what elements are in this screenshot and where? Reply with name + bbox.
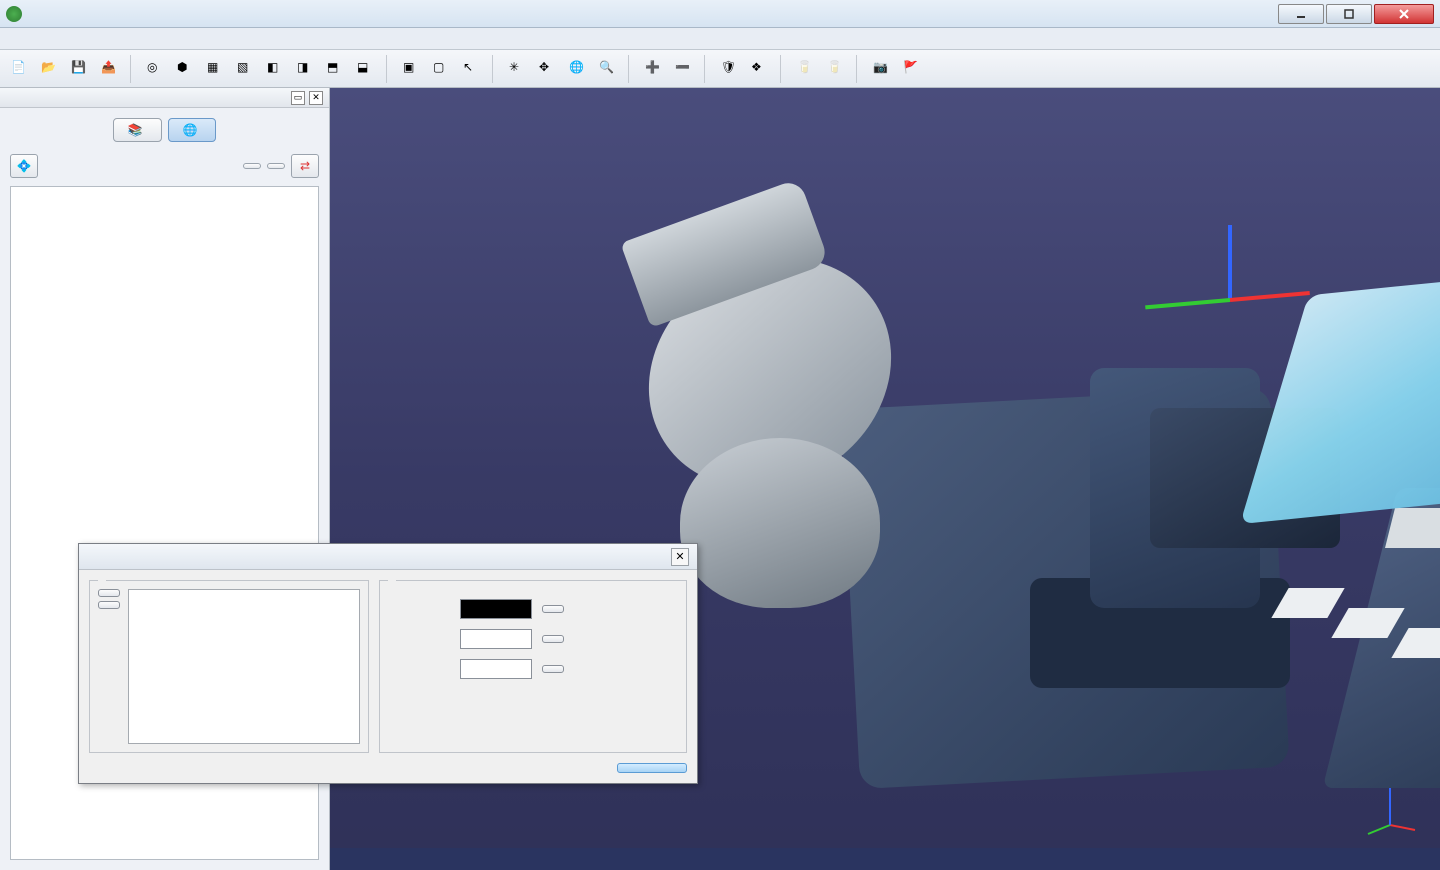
shade-icon: 🛡: [721, 60, 739, 78]
view-reset-button[interactable]: ◎: [142, 55, 170, 83]
dialog-titlebar[interactable]: ✕: [79, 544, 697, 570]
menu-fenetre[interactable]: [44, 36, 64, 42]
deploy-button[interactable]: [243, 163, 261, 169]
menu-edition[interactable]: [24, 36, 44, 42]
save-icon: 💾: [71, 60, 89, 78]
select-rect-icon: ▣: [403, 60, 421, 78]
add-light-button[interactable]: [98, 589, 120, 597]
menubar: [0, 28, 1440, 50]
specular-swatch: [460, 659, 532, 679]
tab-model[interactable]: 🌐: [168, 118, 217, 142]
axis-gizmo[interactable]: [1160, 228, 1300, 368]
view-front-button[interactable]: ▦: [202, 55, 230, 83]
menu-vue[interactable]: [64, 36, 84, 42]
target-icon: ◎: [147, 60, 165, 78]
lights-listbox[interactable]: [128, 589, 360, 744]
light2-icon: 🥛: [827, 60, 845, 78]
fit-icon: ✳: [509, 60, 527, 78]
window-titlebar: [0, 0, 1440, 28]
camera-icon: 📷: [873, 60, 891, 78]
save-button[interactable]: 💾: [66, 55, 94, 83]
cursor-button[interactable]: ↖: [458, 55, 486, 83]
orbit-icon: 🌐: [569, 60, 587, 78]
album-icon: 📚: [128, 123, 143, 137]
ok-button[interactable]: [617, 763, 687, 773]
lighting-dialog: ✕: [78, 543, 698, 784]
app-icon: [6, 6, 22, 22]
zoom-out-button[interactable]: ➖: [670, 55, 698, 83]
specular-edit-button[interactable]: [542, 665, 564, 673]
menu-rendu[interactable]: [84, 36, 104, 42]
cube-left-icon: ◧: [267, 60, 285, 78]
select-box-button[interactable]: ▣: [398, 55, 426, 83]
snapshot-button[interactable]: 📷: [868, 55, 896, 83]
menu-outils[interactable]: [104, 36, 124, 42]
cube-back-icon: ▧: [237, 60, 255, 78]
zoom-in-button[interactable]: ➕: [640, 55, 668, 83]
panel-float-button[interactable]: ▭: [291, 91, 305, 105]
light-props-group: [379, 580, 687, 753]
dialog-close-button[interactable]: ✕: [671, 548, 689, 566]
zoom-area-button[interactable]: 🔍: [594, 55, 622, 83]
flag-button[interactable]: 🚩: [898, 55, 926, 83]
panel-close-button[interactable]: ✕: [309, 91, 323, 105]
zoom-in-icon: ➕: [645, 60, 663, 78]
view-left-button[interactable]: ◧: [262, 55, 290, 83]
cube-bottom-icon: ⬓: [357, 60, 375, 78]
diamond-icon: 💠: [17, 159, 32, 173]
reduce-button[interactable]: [267, 163, 285, 169]
select-box2-button[interactable]: ▢: [428, 55, 456, 83]
pan-button[interactable]: ✥: [534, 55, 562, 83]
export-icon: 📤: [101, 60, 119, 78]
view-top-button[interactable]: ⬒: [322, 55, 350, 83]
light-icon: 🥛: [797, 60, 815, 78]
view-right-button[interactable]: ◨: [292, 55, 320, 83]
flag-icon: 🚩: [903, 60, 921, 78]
pan-icon: ✥: [539, 60, 557, 78]
open-file-button[interactable]: 📂: [36, 55, 64, 83]
swap-button[interactable]: ⇄: [291, 154, 319, 178]
view-bottom-button[interactable]: ⬓: [352, 55, 380, 83]
view-back-button[interactable]: ▧: [232, 55, 260, 83]
model-icon: 🌐: [183, 123, 198, 137]
select-rect2-icon: ▢: [433, 60, 451, 78]
lights-list-group: [89, 580, 369, 753]
wire-icon: ❖: [751, 60, 769, 78]
main-toolbar: 📄 📂 💾 📤 ◎ ⬢ ▦ ▧ ◧ ◨ ⬒ ⬓ ▣ ▢ ↖ ✳ ✥ 🌐 🔍 ➕ …: [0, 50, 1440, 88]
material-button[interactable]: 💠: [10, 154, 38, 178]
diffuse-swatch: [460, 629, 532, 649]
close-button[interactable]: [1374, 4, 1434, 24]
light-button[interactable]: 🥛: [792, 55, 820, 83]
shade-button[interactable]: 🛡: [716, 55, 744, 83]
file-new-icon: 📄: [11, 60, 29, 78]
light2-button[interactable]: 🥛: [822, 55, 850, 83]
delete-light-button[interactable]: [98, 601, 120, 609]
export-button[interactable]: 📤: [96, 55, 124, 83]
cube-top-icon: ⬒: [327, 60, 345, 78]
ambient-edit-button[interactable]: [542, 605, 564, 613]
axis-indicator: [1360, 780, 1420, 840]
panel-header: ▭ ✕: [0, 88, 329, 108]
tab-album[interactable]: 📚: [113, 118, 162, 142]
maximize-button[interactable]: [1326, 4, 1372, 24]
menu-fichier[interactable]: [4, 36, 24, 42]
minimize-button[interactable]: [1278, 4, 1324, 24]
cursor-icon: ↖: [463, 60, 481, 78]
swap-icon: ⇄: [300, 159, 310, 173]
ambient-swatch: [460, 599, 532, 619]
cube-right-icon: ◨: [297, 60, 315, 78]
cube-front-icon: ▦: [207, 60, 225, 78]
diffuse-edit-button[interactable]: [542, 635, 564, 643]
statusbar: [330, 848, 1440, 870]
wire-button[interactable]: ❖: [746, 55, 774, 83]
orbit-button[interactable]: 🌐: [564, 55, 592, 83]
cube-iso-icon: ⬢: [177, 60, 195, 78]
zoom-out-icon: ➖: [675, 60, 693, 78]
folder-open-icon: 📂: [41, 60, 59, 78]
new-file-button[interactable]: 📄: [6, 55, 34, 83]
zoom-area-icon: 🔍: [599, 60, 617, 78]
fit-button[interactable]: ✳: [504, 55, 532, 83]
view-iso-button[interactable]: ⬢: [172, 55, 200, 83]
menu-aide[interactable]: [124, 36, 144, 42]
